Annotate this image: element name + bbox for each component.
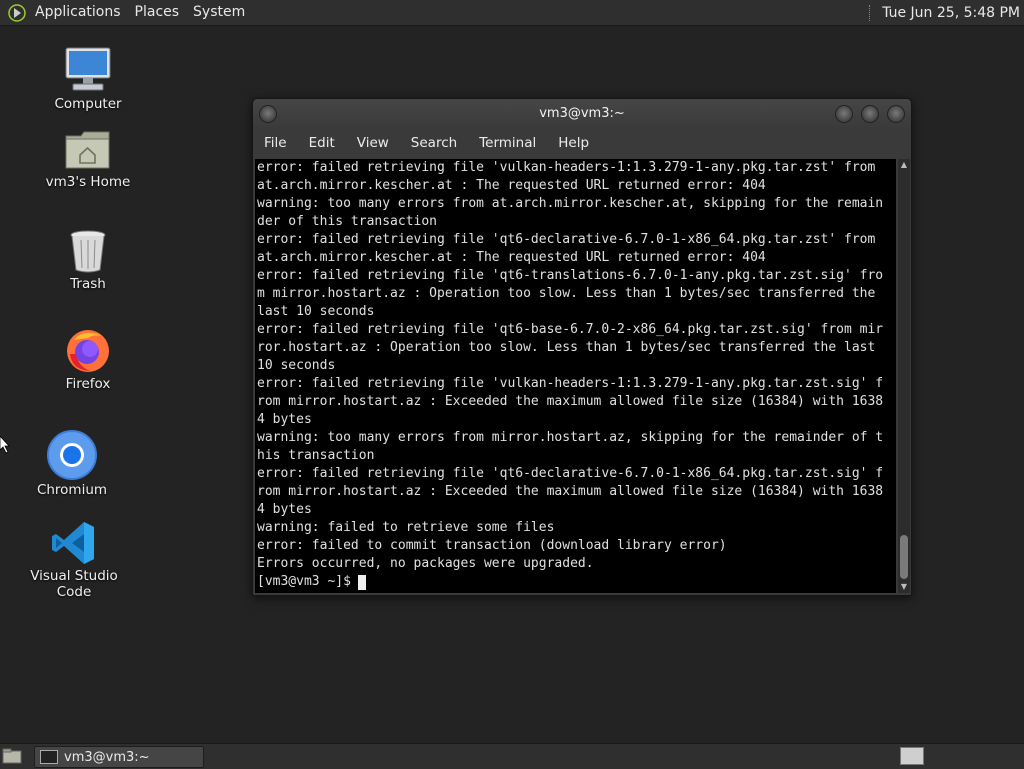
shell-prompt: [vm3@vm3 ~]$ xyxy=(257,574,351,589)
clock-area: Tue Jun 25, 5:48 PM xyxy=(869,0,1020,25)
menu-edit[interactable]: Edit xyxy=(298,135,346,151)
terminal-line: error: failed retrieving file 'vulkan-he… xyxy=(257,376,884,391)
desktop-icon-trash[interactable]: Trash xyxy=(33,228,143,292)
desktop-icon-label: Firefox xyxy=(65,376,111,392)
trash-icon xyxy=(70,230,106,273)
desktop-icon-vscode[interactable]: Visual Studio Code xyxy=(19,520,129,600)
terminal-line: 4 bytes xyxy=(257,502,312,517)
terminal-line: error: failed retrieving file 'qt6-trans… xyxy=(257,268,884,283)
menu-search[interactable]: Search xyxy=(400,135,468,151)
firefox-icon xyxy=(67,330,109,372)
window-titlebar[interactable]: vm3@vm3:~ xyxy=(253,99,911,129)
home-folder-icon xyxy=(65,131,110,169)
close-button[interactable] xyxy=(887,105,905,123)
terminal-window[interactable]: vm3@vm3:~ File Edit View Search Terminal… xyxy=(252,98,912,596)
terminal-line: at.arch.mirror.kescher.at : The requeste… xyxy=(257,250,766,265)
vscode-icon xyxy=(52,522,94,564)
minimize-button[interactable] xyxy=(835,105,853,123)
terminal-line: at.arch.mirror.kescher.at : The requeste… xyxy=(257,178,766,193)
desktop-icon-label: Trash xyxy=(70,276,106,292)
terminal-line: error: failed retrieving file 'qt6-decla… xyxy=(257,466,884,481)
terminal-line: error: failed to commit transaction (dow… xyxy=(257,538,727,553)
terminal-line: error: failed retrieving file 'vulkan-he… xyxy=(257,160,876,175)
terminal-line: rom mirror.hostart.az : Exceeded the max… xyxy=(257,394,884,409)
terminal-line: error: failed retrieving file 'qt6-base-… xyxy=(257,322,884,337)
scroll-down-arrow-icon[interactable]: ▼ xyxy=(899,581,909,593)
terminal-line: rom mirror.hostart.az : Exceeded the max… xyxy=(257,484,884,499)
clock[interactable]: Tue Jun 25, 5:48 PM xyxy=(882,5,1020,21)
places-menu[interactable]: Places xyxy=(128,0,187,25)
workspace-switcher[interactable] xyxy=(900,747,924,765)
terminal-line: his transaction xyxy=(257,448,375,463)
computer-icon xyxy=(65,47,111,91)
applications-menu[interactable]: Applications xyxy=(28,0,128,25)
menu-help[interactable]: Help xyxy=(547,135,600,151)
chromium-icon xyxy=(47,430,97,480)
terminal-menubar: File Edit View Search Terminal Help xyxy=(253,129,911,157)
terminal-line: last 10 seconds xyxy=(257,304,375,319)
terminal-line: der of this transaction xyxy=(257,214,438,229)
menu-terminal[interactable]: Terminal xyxy=(468,135,547,151)
text-cursor xyxy=(357,574,366,590)
scrollbar-thumb[interactable] xyxy=(900,535,908,579)
menu-file[interactable]: File xyxy=(253,135,298,151)
taskbar-button-label: vm3@vm3:~ xyxy=(64,749,150,765)
terminal-line: error: failed retrieving file 'qt6-decla… xyxy=(257,232,876,247)
desktop-icon-label: Computer xyxy=(54,96,122,112)
desktop-icon-label: vm3's Home xyxy=(45,174,131,190)
terminal-line: warning: too many errors from mirror.hos… xyxy=(257,430,884,445)
desktop-icon-firefox[interactable]: Firefox xyxy=(33,326,143,392)
system-menu[interactable]: System xyxy=(186,0,252,25)
panel-separator xyxy=(869,4,872,21)
bottom-panel: vm3@vm3:~ xyxy=(0,743,1024,769)
desktop-icon-computer[interactable]: Computer xyxy=(33,44,143,112)
desktop-icon-home[interactable]: vm3's Home xyxy=(33,128,143,190)
desktop-icon-chromium[interactable]: Chromium xyxy=(17,430,127,498)
show-desktop-icon[interactable] xyxy=(2,748,22,764)
terminal-line: 4 bytes xyxy=(257,412,312,427)
distro-logo-icon[interactable] xyxy=(8,3,26,22)
terminal-output[interactable]: error: failed retrieving file 'vulkan-he… xyxy=(255,159,896,593)
terminal-icon xyxy=(40,750,58,764)
scroll-up-arrow-icon[interactable]: ▲ xyxy=(899,159,909,171)
maximize-button[interactable] xyxy=(861,105,879,123)
window-title: vm3@vm3:~ xyxy=(539,106,625,121)
taskbar-button-terminal[interactable]: vm3@vm3:~ xyxy=(34,746,204,768)
terminal-line: ror.hostart.az : Operation too slow. Les… xyxy=(257,340,876,355)
terminal-line: warning: too many errors from at.arch.mi… xyxy=(257,196,884,211)
desktop-icon-label: Chromium xyxy=(36,482,108,498)
desktop-icon-label: Visual Studio Code xyxy=(30,568,118,600)
terminal-line: Errors occurred, no packages were upgrad… xyxy=(257,556,594,571)
menu-view[interactable]: View xyxy=(346,135,400,151)
terminal-scrollbar[interactable]: ▲ ▼ xyxy=(898,159,910,593)
terminal-line: 10 seconds xyxy=(257,358,336,373)
mouse-pointer-icon xyxy=(0,436,10,454)
terminal-line: m mirror.hostart.az : Operation too slow… xyxy=(257,286,876,301)
terminal-line: warning: failed to retrieve some files xyxy=(257,520,555,535)
top-panel: Applications Places System Tue Jun 25, 5… xyxy=(0,0,1024,26)
prompt-line[interactable]: [vm3@vm3 ~]$ xyxy=(257,573,896,591)
